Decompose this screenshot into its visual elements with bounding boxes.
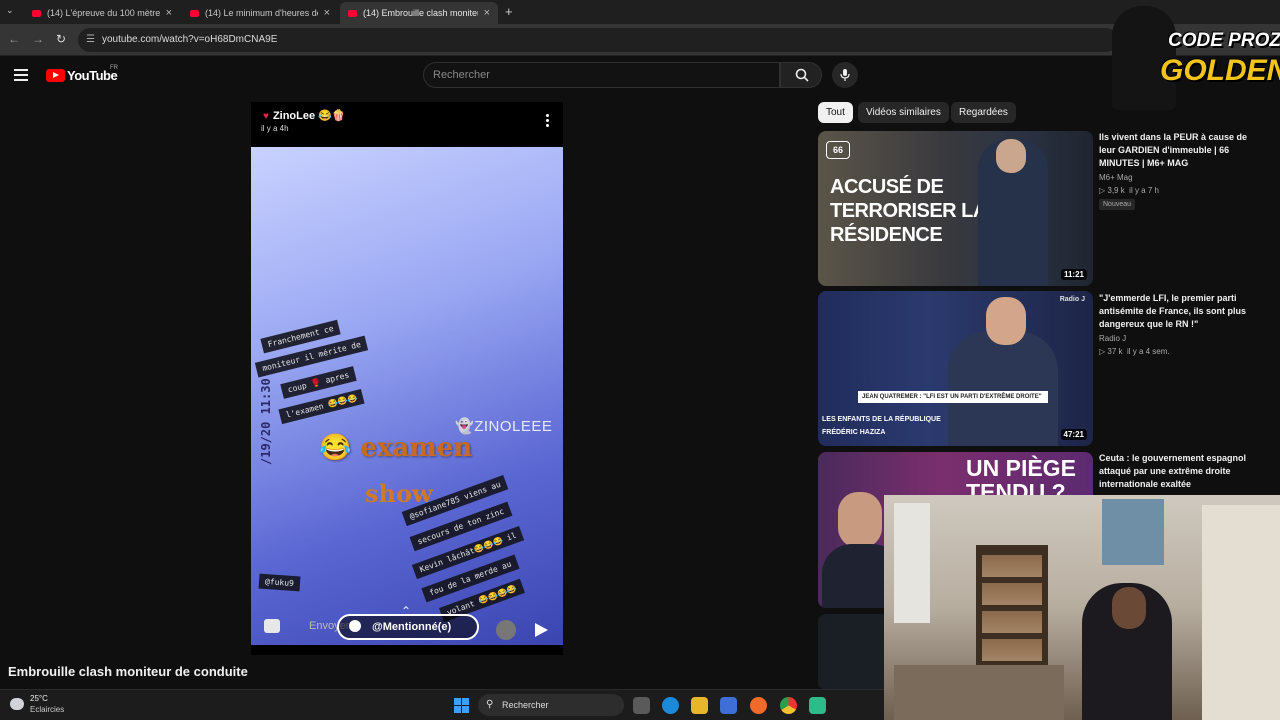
lower-third-caption: JEAN QUATREMER : "LFI EST UN PARTI D'EXT… (858, 391, 1048, 403)
story-footer: ⌃ Envoyer @Mentionné(e) (251, 604, 563, 647)
search-input[interactable]: Rechercher (423, 62, 780, 88)
recommendation-title[interactable]: Ceuta : le gouvernement espagnol attaqué… (1099, 452, 1259, 491)
show-name: LES ENFANTS DE LA RÉPUBLIQUE (822, 416, 941, 423)
tab-minimum-heures[interactable]: (14) Le minimum d'heures de c × (182, 2, 338, 24)
recommendation-channel[interactable]: M6+ Mag (1099, 173, 1133, 182)
recommendation-meta: ▷ 37 k il y a 4 sem. (1099, 347, 1170, 356)
date-stamp: /19/20 11:30 (259, 378, 273, 465)
recommendation-thumbnail[interactable]: 66 ACCUSÉ DE TERRORISER LA RÉSIDENCE 11:… (818, 131, 1093, 286)
video-story-header: ♥ ZinoLee 😂🍿 il y a 4h (251, 102, 563, 147)
address-bar[interactable]: ☰ youtube.com/watch?v=oH68DmCNA9E (78, 28, 1118, 52)
video-frame: Franchement ce moniteur il mérite de cou… (251, 147, 563, 645)
edge-icon[interactable] (662, 697, 679, 714)
video-title: Embrouille clash moniteur de conduite (8, 664, 248, 679)
mention-button[interactable]: @Mentionné(e) (337, 614, 479, 640)
overlay-title: 😂 examen (319, 433, 473, 463)
logo-line-1: CODE PROZIS (1168, 30, 1280, 51)
cabinet (1202, 505, 1280, 720)
chip-regardees[interactable]: Regardées (951, 102, 1016, 123)
store-icon[interactable] (720, 697, 737, 714)
recommendation-meta: ▷ 3,9 k il y a 7 h (1099, 186, 1159, 195)
more-options-icon[interactable] (546, 114, 549, 129)
youtube-favicon-icon (32, 9, 41, 17)
youtube-play-icon (46, 69, 65, 82)
desk-items (894, 665, 1064, 720)
firefox-icon[interactable] (750, 697, 767, 714)
close-icon[interactable]: × (166, 7, 172, 19)
m6-logo: 66 (826, 141, 850, 159)
window (894, 503, 930, 623)
host-name: FRÉDÉRIC HAZIZA (822, 429, 886, 436)
tab-title: (14) Le minimum d'heures de c (205, 8, 318, 18)
weather-description: Eclaircies (30, 705, 65, 714)
url-text: youtube.com/watch?v=oH68DmCNA9E (102, 34, 278, 45)
site-info-icon[interactable]: ☰ (86, 28, 95, 52)
country-code: FR (110, 65, 118, 71)
recommendation-thumbnail[interactable]: Radio J JEAN QUATREMER : "LFI EST UN PAR… (818, 291, 1093, 446)
chip-videos-similaires[interactable]: Vidéos similaires (858, 102, 949, 123)
post-time: il y a 4h (261, 124, 289, 133)
search-button[interactable] (780, 62, 822, 88)
new-badge: Nouveau (1099, 199, 1136, 210)
tab-strip: ⌄ (14) L'épreuve du 100 mètres | F × (14… (0, 0, 1280, 24)
windows-start-icon[interactable] (454, 698, 469, 713)
tab-title: (14) L'épreuve du 100 mètres | F (47, 8, 160, 18)
search-icon (795, 68, 809, 82)
new-tab-icon[interactable]: + (505, 4, 513, 19)
close-icon[interactable]: × (324, 7, 330, 19)
send-icon[interactable] (535, 623, 548, 637)
task-view-icon[interactable] (633, 697, 650, 714)
stream-logo: CODE PROZIS GOLDENG (1108, 2, 1280, 112)
streamer-head (1112, 587, 1146, 629)
recommendation-title[interactable]: "J'emmerde LFI, le premier parti antisém… (1099, 292, 1259, 331)
taskbar-search[interactable]: ⚲ Rechercher (478, 694, 624, 716)
user-tag: @fuku9 (258, 573, 301, 592)
reload-icon[interactable]: ↻ (56, 32, 66, 46)
thumbnail-headline: ACCUSÉ DE TERRORISER LA RÉSIDENCE (830, 176, 987, 246)
recommendation-channel[interactable]: Radio J (1099, 334, 1126, 343)
microphone-icon (840, 69, 850, 81)
youtube-favicon-icon (190, 9, 199, 17)
chip-tout[interactable]: Tout (818, 102, 853, 123)
person-head (996, 139, 1026, 173)
voice-search-button[interactable] (832, 62, 858, 88)
poster (1102, 499, 1164, 565)
emoji-icon[interactable] (496, 620, 516, 640)
person-head (986, 297, 1026, 345)
youtube-favicon-icon (348, 9, 357, 17)
menu-icon[interactable] (14, 69, 28, 81)
youtube-logo[interactable]: YouTube FR (46, 65, 118, 83)
tab-embrouille-clash[interactable]: (14) Embrouille clash moniteur × (340, 2, 498, 24)
duration-badge: 47:21 (1060, 429, 1087, 440)
video-player[interactable]: ♥ ZinoLee 😂🍿 il y a 4h Franchement ce mon… (251, 102, 563, 655)
duration-badge: 11:21 (1060, 269, 1087, 280)
tab-list-chevron-icon[interactable]: ⌄ (6, 5, 14, 16)
webcam-overlay (884, 495, 1280, 720)
app-icon[interactable] (809, 697, 826, 714)
tab-100-metres[interactable]: (14) L'épreuve du 100 mètres | F × (24, 2, 180, 24)
search-icon: ⚲ (486, 699, 494, 710)
forward-icon[interactable]: → (32, 32, 44, 46)
person-head (838, 492, 882, 548)
tab-title: (14) Embrouille clash moniteur (363, 8, 478, 18)
emoji-icons: 😂🍿 (318, 110, 346, 122)
back-icon[interactable]: ← (8, 32, 20, 46)
taskbar: 25°C Eclaircies ⚲ Rechercher (0, 689, 884, 720)
youtube-header: YouTube FR Rechercher (0, 56, 1280, 96)
person-icon (349, 620, 361, 632)
recommendation-title[interactable]: Ils vivent dans la PEUR à cause de leur … (1099, 131, 1259, 170)
close-icon[interactable]: × (484, 7, 490, 19)
person-figure (948, 331, 1058, 446)
camera-icon[interactable] (264, 619, 280, 633)
channel-name: ♥ ZinoLee 😂🍿 (263, 110, 346, 122)
address-toolbar: ← → ↻ ☰ youtube.com/watch?v=oH68DmCNA9E (0, 24, 1280, 56)
file-explorer-icon[interactable] (691, 697, 708, 714)
radio-j-logo: Radio J (1059, 296, 1085, 303)
heart-icon: ♥ (263, 111, 269, 122)
logo-line-2: GOLDENG (1160, 54, 1280, 87)
temperature: 25°C (30, 694, 48, 703)
chrome-icon[interactable] (780, 697, 797, 714)
weather-icon (10, 698, 24, 710)
